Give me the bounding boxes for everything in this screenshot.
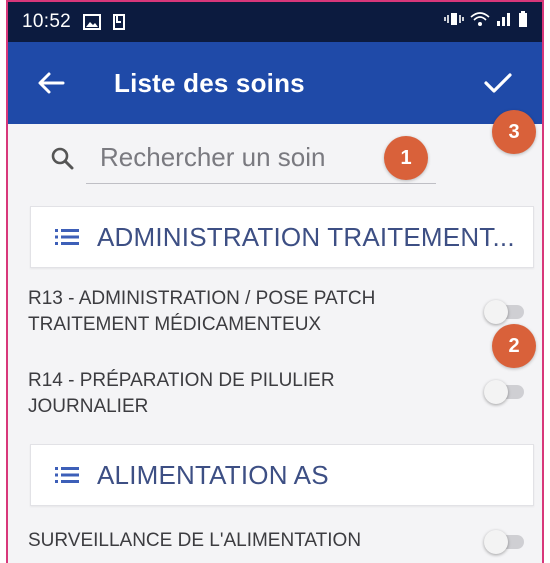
list-icon bbox=[55, 227, 79, 247]
toggle-switch[interactable] bbox=[484, 530, 524, 554]
category-header[interactable]: ALIMENTATION AS bbox=[30, 444, 534, 506]
care-label: R14 - PRÉPARATION DE PILULIER JOURNALIER bbox=[28, 370, 335, 417]
status-bar: 10:52 bbox=[8, 2, 542, 42]
annotation-badge-2: 2 bbox=[492, 324, 536, 368]
category-header[interactable]: ADMINISTRATION TRAITEMENT... bbox=[30, 206, 534, 268]
toggle-switch[interactable] bbox=[484, 300, 524, 324]
annotation-badge-1: 1 bbox=[384, 136, 428, 180]
notification-icon bbox=[111, 13, 127, 31]
status-time: 10:52 bbox=[22, 11, 72, 32]
confirm-button[interactable] bbox=[474, 59, 522, 107]
list-icon bbox=[55, 465, 79, 485]
annotation-badge-3: 3 bbox=[492, 110, 536, 154]
list-item: R13 - ADMINISTRATION / POSE PATCH TRAITE… bbox=[28, 286, 538, 338]
care-label: SURVEILLANCE DE L'ALIMENTATION bbox=[28, 530, 362, 551]
back-arrow-icon bbox=[38, 72, 65, 94]
battery-icon bbox=[518, 11, 528, 33]
gallery-icon bbox=[83, 14, 102, 30]
back-button[interactable] bbox=[18, 42, 84, 124]
check-icon bbox=[484, 73, 512, 93]
signal-icon bbox=[496, 11, 512, 33]
device-frame: 10:52 Liste des soins 3 Rechercher un so… bbox=[6, 0, 544, 563]
wifi-icon bbox=[470, 11, 490, 33]
toggle-switch[interactable] bbox=[484, 380, 524, 404]
page-title: Liste des soins bbox=[114, 67, 305, 98]
status-right-icons bbox=[444, 11, 528, 33]
search-icon bbox=[51, 147, 74, 170]
vibrate-icon bbox=[444, 11, 464, 33]
category-label: ADMINISTRATION TRAITEMENT... bbox=[97, 221, 515, 252]
list-item: R14 - PRÉPARATION DE PILULIER JOURNALIER bbox=[28, 368, 538, 420]
app-bar: Liste des soins bbox=[8, 42, 542, 124]
category-label: ALIMENTATION AS bbox=[97, 459, 329, 490]
list-item: SURVEILLANCE DE L'ALIMENTATION bbox=[28, 528, 538, 554]
care-label: R13 - ADMINISTRATION / POSE PATCH TRAITE… bbox=[28, 288, 376, 335]
